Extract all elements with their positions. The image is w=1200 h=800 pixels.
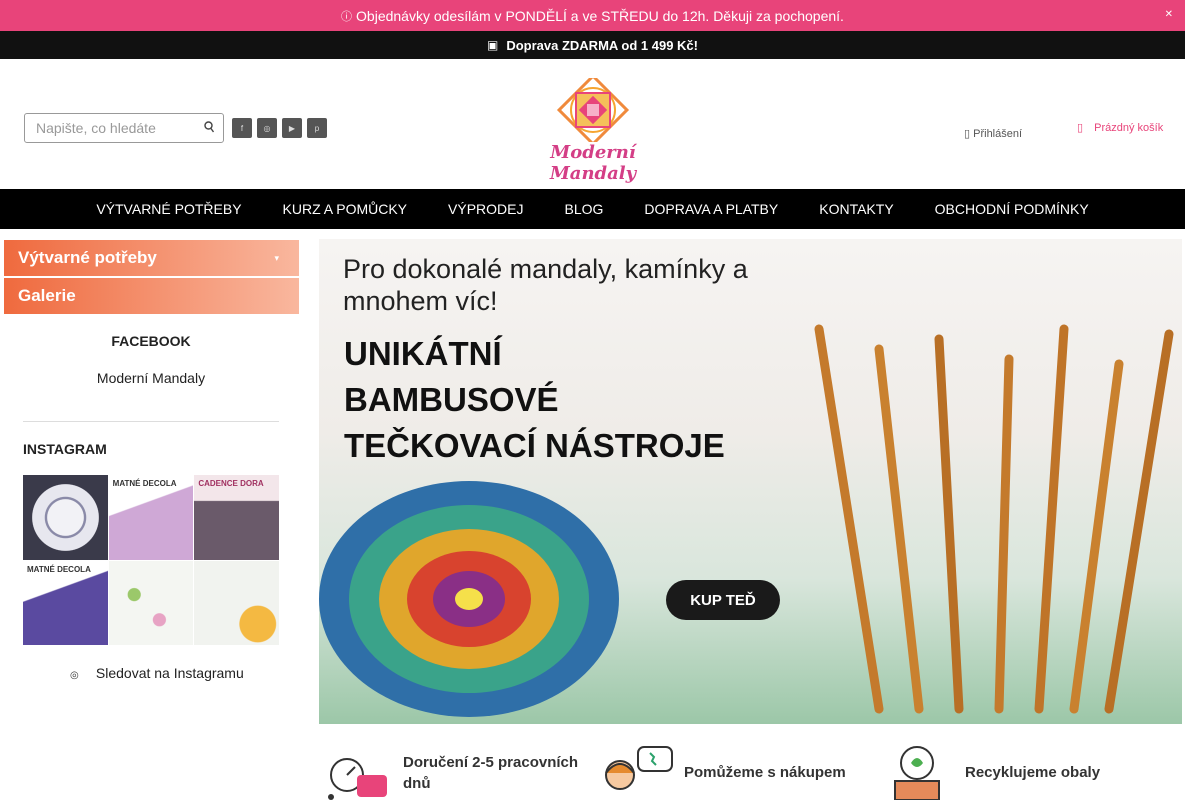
truck-icon: ▣ <box>486 38 499 52</box>
login-link[interactable]: ▯ Přihlášení <box>964 127 1022 140</box>
sidebar-category-vytvarne-potreby[interactable]: Výtvarné potřeby ▾ <box>4 240 299 276</box>
sidebar-divider <box>23 421 279 422</box>
nav-item-kurz-a-pomucky[interactable]: KURZ A POMŮCKY <box>283 201 407 217</box>
feature-delivery: Doručení 2-5 pracovních dnů <box>319 745 578 800</box>
feature-recycle-text: Recyklujeme obaly <box>965 764 1101 781</box>
follow-label: Sledovat na Instagramu <box>95 665 244 681</box>
sidebar-category-galerie[interactable]: Galerie <box>4 278 299 314</box>
facebook-icon[interactable]: f <box>232 118 252 138</box>
instagram-feed: MATNÉ DECOLA CADENCE DORA MATNÉ DECOLA <box>23 475 279 645</box>
search-input[interactable] <box>25 114 195 142</box>
instagram-post[interactable] <box>108 560 194 645</box>
search-box <box>24 113 224 143</box>
nav-item-vytvarne-potreby[interactable]: VÝTVARNÉ POTŘEBY <box>96 201 241 217</box>
instagram-post[interactable]: CADENCE DORA <box>194 475 279 560</box>
chevron-down-icon: ▾ <box>274 252 279 263</box>
shipping-text: Doprava ZDARMA od 1 499 Kč! <box>506 37 698 53</box>
close-icon[interactable]: ✕ <box>1165 9 1173 20</box>
main-navigation: VÝTVARNÉ POTŘEBY KURZ A POMŮCKY VÝPRODEJ… <box>0 189 1185 229</box>
announcement-bar: ⓘ Objednávky odesílám v PONDĚLÍ a ve STŘ… <box>0 0 1185 31</box>
login-label: Přihlášení <box>973 128 1023 140</box>
info-icon: ⓘ <box>341 10 353 23</box>
cart-label: Prázdný košík <box>1094 122 1164 134</box>
facebook-page-link[interactable]: Moderní Mandaly <box>23 370 279 386</box>
pinterest-icon[interactable]: p <box>307 118 327 138</box>
user-icon: ▯ <box>964 128 971 140</box>
feature-support: Pomůžeme s nákupem <box>600 745 846 800</box>
feature-recycle: Recyklujeme obaly <box>881 745 1100 800</box>
nav-item-vyprodej[interactable]: VÝPRODEJ <box>448 201 523 217</box>
category-label: Výtvarné potřeby <box>18 248 157 267</box>
logo-text: Moderní Mandaly <box>549 142 637 184</box>
facebook-title: FACEBOOK <box>111 333 191 349</box>
shipping-bar: ▣ Doprava ZDARMA od 1 499 Kč! <box>0 31 1185 59</box>
delivery-scooter-icon <box>328 758 387 800</box>
site-logo[interactable]: Moderní Mandaly <box>524 73 662 184</box>
instagram-post[interactable] <box>23 475 108 560</box>
nav-item-doprava-a-platby[interactable]: DOPRAVA A PLATBY <box>644 201 778 217</box>
instagram-follow-link[interactable]: ◎ Sledovat na Instagramu <box>70 665 244 681</box>
support-agent-icon <box>605 746 673 790</box>
youtube-icon[interactable]: ▶ <box>282 118 302 138</box>
hero-banner[interactable]: Pro dokonalé mandaly, kamínky a mnohem v… <box>319 239 1182 724</box>
announcement-text: Objednávky odesílám v PONDĚLÍ a ve STŘED… <box>356 7 844 24</box>
mandala-logo-icon <box>556 73 630 147</box>
instagram-post[interactable]: MATNÉ DECOLA <box>108 475 194 560</box>
instagram-icon[interactable]: ◎ <box>257 118 277 138</box>
instagram-icon: ◎ <box>70 670 79 681</box>
banner-product-title: UNIKÁTNÍ BAMBUSOVÉ TEČKOVACÍ NÁSTROJE <box>344 335 725 464</box>
instagram-title: INSTAGRAM <box>23 441 107 457</box>
search-icon[interactable] <box>204 121 214 133</box>
cart-link[interactable]: ▯ Prázdný košík <box>1077 121 1163 134</box>
nav-item-obchodni-podminky[interactable]: OBCHODNÍ PODMÍNKY <box>935 201 1089 217</box>
feature-support-text: Pomůžeme s nákupem <box>684 764 846 781</box>
instagram-post[interactable] <box>194 560 279 645</box>
category-label: Galerie <box>18 286 76 305</box>
recycle-box-icon <box>894 746 940 800</box>
buy-now-button[interactable]: KUP TEĎ <box>666 580 780 620</box>
social-links: f ◎ ▶ p <box>232 118 327 138</box>
instagram-post[interactable]: MATNÉ DECOLA <box>23 560 108 645</box>
nav-item-kontakty[interactable]: KONTAKTY <box>819 201 893 217</box>
nav-item-blog[interactable]: BLOG <box>564 201 603 217</box>
cart-icon: ▯ <box>1077 122 1084 134</box>
feature-delivery-text: Doručení 2-5 pracovních dnů <box>403 753 579 792</box>
banner-headline: Pro dokonalé mandaly, kamínky a mnohem v… <box>343 254 748 316</box>
